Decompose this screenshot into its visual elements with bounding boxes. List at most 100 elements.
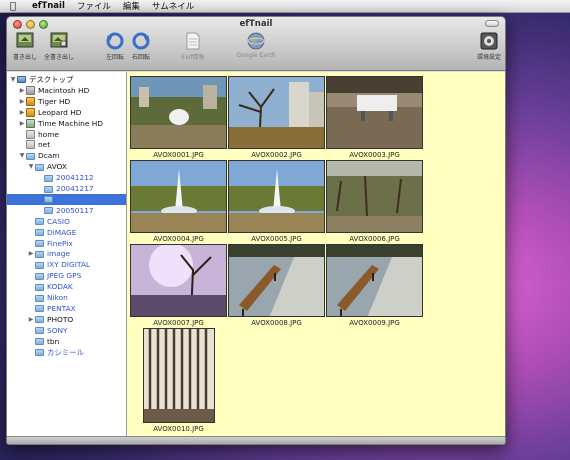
- folder-tree-item[interactable]: net: [7, 139, 126, 150]
- rotate-left-label: 左回転: [105, 54, 124, 61]
- folder-tree-item[interactable]: ▶ Tiger HD: [7, 96, 126, 107]
- thumbnail-item[interactable]: AVOX0004.JPG: [130, 160, 227, 244]
- menu-app-name[interactable]: efTnail: [32, 1, 65, 11]
- thumbnail-item[interactable]: AVOX0006.JPG: [326, 160, 423, 244]
- thumbnail-image[interactable]: [326, 244, 423, 317]
- export-all-label: 全書き出し: [43, 54, 74, 61]
- menu-thumbnail[interactable]: サムネイル: [152, 0, 194, 12]
- disclosure-triangle-icon[interactable]: ▼: [18, 152, 26, 159]
- thumbnail-image[interactable]: [130, 244, 227, 317]
- folder-tree-item[interactable]: ▶ Macintosh HD: [7, 85, 126, 96]
- export-icon: [16, 32, 34, 48]
- folder-tree-item[interactable]: JPEG GPS: [7, 270, 126, 281]
- folder-tree-label: tbn: [47, 336, 60, 346]
- thumbnail-item[interactable]: AVOX0009.JPG: [326, 244, 423, 328]
- folder-tree-label: image: [47, 249, 71, 259]
- thumbnail-item[interactable]: AVOX0003.JPG: [326, 76, 423, 160]
- disclosure-triangle-icon[interactable]: ▶: [27, 316, 35, 323]
- folder-tree-item[interactable]: ▼ AVOX: [7, 161, 126, 172]
- folder-tree-item[interactable]: カシミール: [7, 347, 126, 358]
- toolbar-toggle-button[interactable]: [485, 20, 499, 27]
- exif-info-button[interactable]: Exif情報: [175, 32, 211, 61]
- folder-tree-item[interactable]: 20041212: [7, 172, 126, 183]
- disclosure-triangle-icon[interactable]: ▼: [27, 163, 35, 170]
- rotate-right-button[interactable]: 右回転: [123, 32, 159, 61]
- folder-tree-item[interactable]: DiMAGE: [7, 227, 126, 238]
- folder-tree-label: KODAK: [47, 282, 73, 292]
- thumbnail-grid: AVOX0001.JPG AVOX0002.JPG AVOX0003.JPG AVOX…: [127, 72, 505, 438]
- thumbnail-image[interactable]: [228, 160, 325, 233]
- folder-tree-item[interactable]: ▶ Time Machine HD: [7, 118, 126, 129]
- disclosure-triangle-icon[interactable]: ▶: [18, 120, 26, 127]
- thumbnail-item[interactable]: AVOX0005.JPG: [228, 160, 325, 244]
- rotate-right-label: 右回転: [131, 54, 150, 61]
- google-earth-button[interactable]: Google Earth: [231, 32, 281, 59]
- thumbnail-image[interactable]: [130, 160, 227, 233]
- folder-tree-label: Macintosh HD: [38, 85, 90, 95]
- folder-tree-item[interactable]: CASIO: [7, 216, 126, 227]
- thumbnail-filename: AVOX0004.JPG: [153, 235, 204, 243]
- folder-icon: [35, 240, 44, 247]
- thumbnail-item[interactable]: AVOX0008.JPG: [228, 244, 325, 328]
- disclosure-triangle-icon[interactable]: ▶: [27, 250, 35, 257]
- folder-icon: [35, 305, 44, 313]
- folder-tree-item[interactable]: home: [7, 129, 126, 140]
- apple-menu-icon[interactable]: : [10, 1, 22, 12]
- thumbnail-item[interactable]: AVOX0001.JPG: [130, 76, 227, 160]
- folder-icon: [35, 294, 44, 302]
- export-button[interactable]: 書き出し: [7, 32, 43, 61]
- folder-icon: [44, 174, 53, 182]
- folder-icon: [35, 327, 44, 335]
- folder-tree-item[interactable]: Nikon: [7, 292, 126, 303]
- menu-edit[interactable]: 編集: [123, 0, 140, 12]
- thumbnail-item[interactable]: AVOX0007.JPG: [130, 244, 227, 328]
- google-earth-icon: [247, 32, 265, 50]
- folder-tree-label: 20041212: [56, 173, 94, 183]
- folder-tree-item[interactable]: KODAK: [7, 281, 126, 292]
- thumbnail-image[interactable]: [326, 76, 423, 149]
- folder-tree-label: カシミール: [47, 347, 84, 357]
- folder-tree-item[interactable]: ▼ デスクトップ: [7, 74, 126, 85]
- disclosure-triangle-icon[interactable]: ▶: [18, 87, 26, 94]
- preferences-icon: [480, 32, 498, 50]
- folder-tree-item[interactable]: ▶ PHOTO: [7, 314, 126, 325]
- folder-tree-item[interactable]: SONY: [7, 325, 126, 336]
- disclosure-triangle-icon[interactable]: ▼: [9, 76, 17, 83]
- thumbnail-image[interactable]: [228, 76, 325, 149]
- export-all-button[interactable]: 全書き出し: [41, 32, 77, 61]
- folder-tree-item[interactable]: 20041218: [7, 193, 126, 205]
- thumbnail-image[interactable]: [142, 328, 215, 423]
- folder-tree-item[interactable]: IXY DIGITAL: [7, 259, 126, 270]
- folder-tree-item[interactable]: ▶ image: [7, 248, 126, 259]
- disclosure-triangle-icon[interactable]: ▶: [18, 109, 26, 116]
- export-label: 書き出し: [12, 54, 37, 61]
- thumbnail-image[interactable]: [228, 244, 325, 317]
- folder-tree-item[interactable]: 20050117: [7, 205, 126, 216]
- menu-file[interactable]: ファイル: [77, 0, 111, 12]
- folder-tree-label: Leopard HD: [38, 107, 82, 117]
- export-all-icon: [50, 32, 68, 48]
- folder-tree-item[interactable]: 20041217: [7, 183, 126, 194]
- time-machine-disk-icon: [26, 118, 35, 128]
- preferences-button[interactable]: 環境設定: [471, 32, 505, 61]
- thumbnail-item[interactable]: AVOX0010.JPG: [130, 328, 227, 436]
- thumbnail-image[interactable]: [130, 76, 227, 149]
- window-title: efTnail: [239, 19, 273, 29]
- disclosure-triangle-icon[interactable]: ▶: [18, 98, 26, 105]
- status-bar: [7, 436, 505, 444]
- folder-tree-item[interactable]: PENTAX: [7, 303, 126, 314]
- desktop-icon: [17, 76, 26, 83]
- folder-tree-item[interactable]: ▶ Leopard HD: [7, 107, 126, 118]
- folder-tree-item[interactable]: FinePix: [7, 238, 126, 249]
- thumbnail-item[interactable]: AVOX0002.JPG: [228, 76, 325, 160]
- folder-tree-label: net: [38, 140, 51, 150]
- folder-tree-label: 20050117: [56, 205, 94, 215]
- folder-tree-label: AVOX: [47, 162, 67, 172]
- thumbnail-image[interactable]: [326, 160, 423, 233]
- folder-tree-item[interactable]: ▼ Dcam: [7, 150, 126, 161]
- network-folder-icon: [26, 140, 35, 150]
- folder-tree-label: SONY: [47, 325, 68, 335]
- folder-icon: [35, 250, 44, 258]
- folder-tree-item[interactable]: tbn: [7, 336, 126, 347]
- hard-disk-icon: [26, 85, 35, 95]
